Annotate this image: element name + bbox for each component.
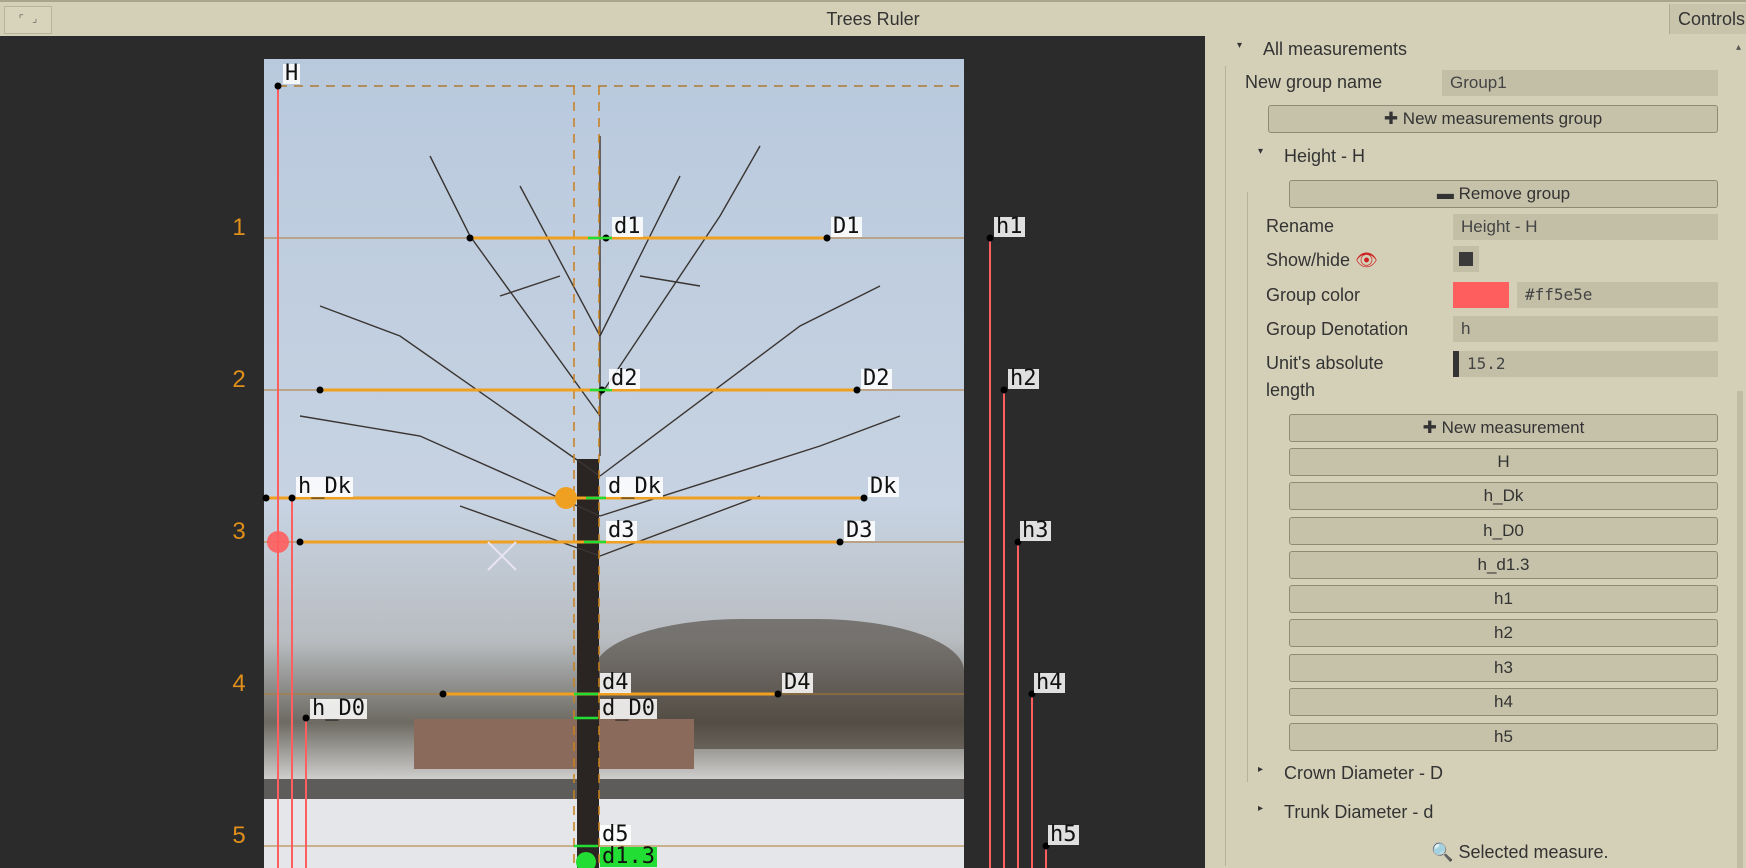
rename-label: Rename bbox=[1266, 216, 1335, 236]
measurement-overlay[interactable] bbox=[0, 36, 1205, 868]
magnifier-icon: 🔍 bbox=[1431, 842, 1454, 862]
group-height-header[interactable]: Height - H bbox=[1284, 145, 1365, 167]
panel-scrollbar[interactable]: ▴ bbox=[1734, 36, 1746, 868]
group-color-swatch[interactable] bbox=[1453, 282, 1509, 308]
all-measurements-header[interactable]: All measurements bbox=[1263, 38, 1407, 60]
measure-endpoints[interactable] bbox=[262, 82, 1050, 850]
eye-icon: 👁 bbox=[1355, 250, 1378, 270]
tree-guide-line-inner bbox=[1247, 192, 1248, 782]
new-measurements-group-button[interactable]: ✚ New measurements group bbox=[1268, 105, 1718, 133]
minus-icon: ▬ bbox=[1436, 184, 1454, 203]
remove-group-label: Remove group bbox=[1458, 184, 1571, 203]
new-group-name-label: New group name bbox=[1245, 72, 1383, 92]
measurement-h4-button[interactable]: h4 bbox=[1289, 688, 1718, 716]
measurement-h_D0-button[interactable]: h_D0 bbox=[1289, 517, 1718, 545]
label-H: H bbox=[283, 61, 301, 86]
plus-icon: ✚ bbox=[1383, 109, 1399, 128]
label-D2: D2 bbox=[861, 366, 892, 391]
group-color-hex-input[interactable]: #ff5e5e bbox=[1517, 282, 1718, 308]
label-D3: D3 bbox=[844, 518, 875, 543]
label-d3: d3 bbox=[606, 518, 637, 543]
group-crown-diameter-header[interactable]: Crown Diameter - D bbox=[1284, 762, 1443, 784]
title-bar: ⌜ ⌟ Trees Ruler Controls bbox=[0, 0, 1746, 36]
label-d2: d2 bbox=[609, 366, 640, 391]
scale-mark-2: 2 bbox=[232, 366, 246, 393]
label-d1-3: d1.3 bbox=[600, 844, 657, 868]
show-hide-text: Show/hide bbox=[1266, 250, 1351, 270]
selected-measure-indicator: 🔍 Selected measure. bbox=[1431, 841, 1609, 863]
unit-length-label: Unit's absolute length bbox=[1266, 352, 1384, 401]
group-color-label: Group color bbox=[1266, 285, 1361, 305]
selected-crown-handle[interactable] bbox=[555, 487, 577, 509]
new-measurement-label: New measurement bbox=[1441, 418, 1585, 437]
expanded-arrow-icon[interactable]: ▾ bbox=[1258, 146, 1263, 157]
remove-group-button[interactable]: ▬ Remove group bbox=[1289, 180, 1718, 208]
scale-mark-1: 1 bbox=[232, 214, 246, 241]
measurement-h3-button[interactable]: h3 bbox=[1289, 654, 1718, 682]
cursor-crosshair bbox=[487, 541, 517, 571]
label-d5: d5 bbox=[600, 822, 631, 847]
group-denotation-input[interactable]: h bbox=[1453, 316, 1718, 342]
plus-icon: ✚ bbox=[1422, 418, 1437, 437]
measurement-h5-button[interactable]: h5 bbox=[1289, 723, 1718, 751]
scale-mark-4: 4 bbox=[232, 670, 246, 697]
unit-length-label-line2: length bbox=[1266, 380, 1316, 400]
label-h1: h1 bbox=[994, 214, 1025, 239]
label-d_Dk: d_Dk bbox=[606, 474, 663, 499]
scale-mark-5: 5 bbox=[232, 822, 246, 849]
label-Dk: Dk bbox=[868, 474, 899, 499]
new-group-name-input[interactable]: Group1 bbox=[1442, 70, 1718, 96]
label-h2: h2 bbox=[1008, 366, 1039, 391]
measurement-h2-button[interactable]: h2 bbox=[1289, 619, 1718, 647]
scrollbar-thumb[interactable] bbox=[1737, 391, 1743, 868]
label-h5: h5 bbox=[1048, 822, 1079, 847]
show-hide-checkbox[interactable] bbox=[1453, 246, 1479, 272]
show-hide-label: Show/hide 👁 bbox=[1266, 249, 1378, 271]
new-measurements-group-label: New measurements group bbox=[1402, 109, 1603, 128]
label-h4: h4 bbox=[1034, 670, 1065, 695]
selected-measure-text: Selected measure. bbox=[1458, 842, 1609, 862]
measurement-h_Dk-button[interactable]: h_Dk bbox=[1289, 482, 1718, 510]
selected-trunk-handle[interactable] bbox=[576, 852, 596, 868]
crown-diameter-lines[interactable] bbox=[266, 236, 864, 696]
label-h3: h3 bbox=[1020, 518, 1051, 543]
group-denotation-label: Group Denotation bbox=[1266, 319, 1409, 339]
label-D1: D1 bbox=[831, 214, 862, 239]
new-measurement-button[interactable]: ✚ New measurement bbox=[1289, 414, 1718, 442]
unit-length-input[interactable]: 15.2 bbox=[1453, 351, 1718, 377]
measurement-H-button[interactable]: H bbox=[1289, 448, 1718, 476]
unit-length-label-line1: Unit's absolute bbox=[1266, 353, 1384, 373]
tree-branches bbox=[299, 136, 901, 557]
collapsed-arrow-icon[interactable]: ▸ bbox=[1258, 803, 1263, 814]
measurement-h_d1.3-button[interactable]: h_d1.3 bbox=[1289, 551, 1718, 579]
label-d_D0: d_D0 bbox=[600, 696, 657, 721]
label-D4: D4 bbox=[782, 670, 813, 695]
rename-input[interactable]: Height - H bbox=[1453, 214, 1718, 240]
controls-panel: ▾ All measurements New group name Group1… bbox=[1205, 36, 1746, 868]
controls-tab[interactable]: Controls bbox=[1669, 4, 1746, 34]
image-viewport[interactable]: 1 2 3 4 5 H d1 D1 h1 d2 D2 h2 h_Dk d_Dk … bbox=[0, 36, 1205, 868]
measurement-h1-button[interactable]: h1 bbox=[1289, 585, 1718, 613]
label-d1: d1 bbox=[612, 214, 643, 239]
scale-mark-3: 3 bbox=[232, 518, 246, 545]
scroll-up-arrow-icon[interactable]: ▴ bbox=[1736, 42, 1741, 53]
window-title: Trees Ruler bbox=[826, 9, 920, 29]
selected-height-handle[interactable] bbox=[267, 531, 289, 553]
group-trunk-diameter-header[interactable]: Trunk Diameter - d bbox=[1284, 801, 1433, 823]
label-h_D0: h_D0 bbox=[310, 696, 367, 721]
collapsed-arrow-icon[interactable]: ▸ bbox=[1258, 764, 1263, 775]
label-h_Dk: h_Dk bbox=[296, 474, 353, 499]
tree-guide-line bbox=[1225, 66, 1226, 866]
expanded-arrow-icon[interactable]: ▾ bbox=[1237, 40, 1242, 51]
label-d4: d4 bbox=[600, 670, 631, 695]
